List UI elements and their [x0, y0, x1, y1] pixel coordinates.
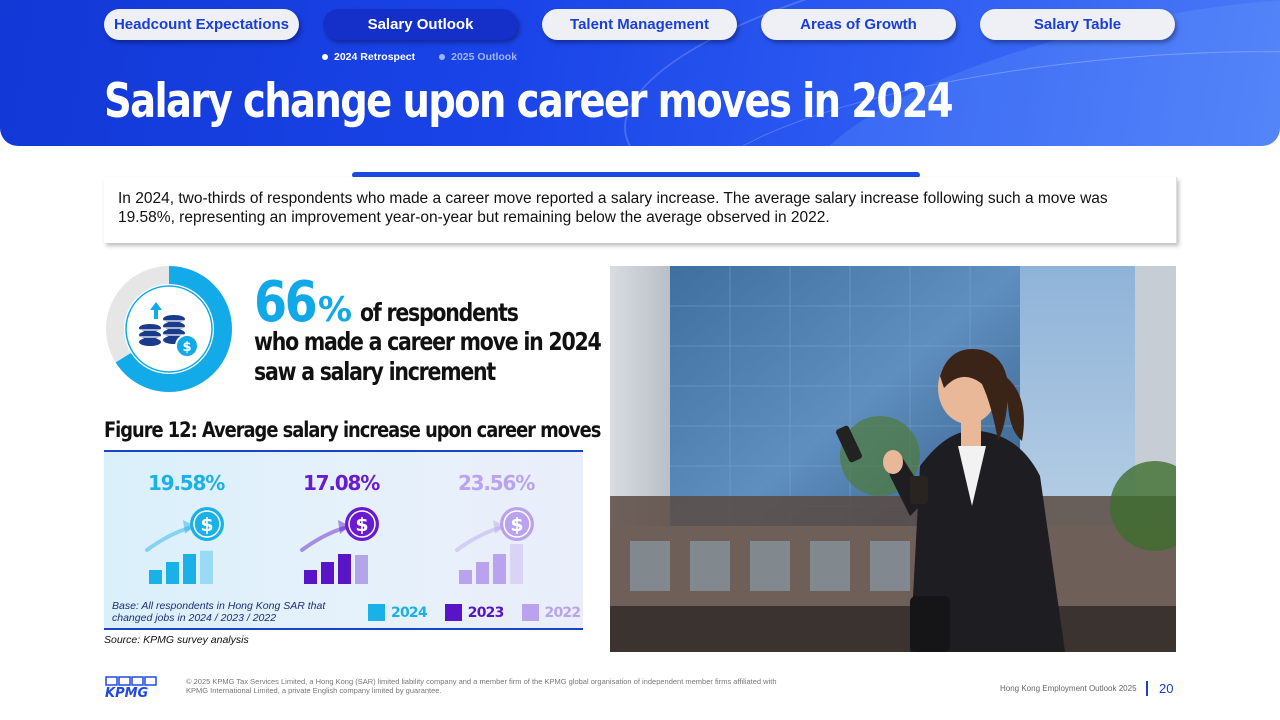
bar-step [304, 570, 317, 584]
figure-panel: 19.58% $17.08% $23.56% $ Base: All responde… [104, 450, 583, 630]
subtab-2025-outlook[interactable]: 2025 Outlook [439, 51, 517, 63]
tab-headcount-expectations[interactable]: Headcount Expectations [104, 9, 299, 40]
legend-label: 2022 [544, 604, 582, 621]
bar-2022 [510, 544, 523, 584]
page-number: 20 [1159, 681, 1174, 696]
main-nav: Headcount Expectations Salary Outlook Ta… [104, 9, 1175, 40]
legend-swatch [368, 604, 385, 621]
figure-title: Figure 12: Average salary increase upon … [104, 418, 601, 442]
bar-step [476, 562, 489, 584]
stat-text: who made a career move in 2024 [254, 327, 602, 356]
bar-step [459, 570, 472, 584]
subtab-label: 2025 Outlook [451, 51, 518, 63]
bullet-icon [322, 54, 328, 60]
bar-2024 [200, 550, 213, 584]
bar-step [166, 562, 179, 584]
bar-2023 [355, 555, 368, 584]
legend-swatch [444, 604, 462, 621]
tab-talent-management[interactable]: Talent Management [542, 9, 737, 40]
bullet-icon [439, 54, 446, 60]
summary-text: In 2024, two-thirds of respondents who m… [104, 177, 1177, 243]
tab-areas-of-growth[interactable]: Areas of Growth [761, 9, 956, 40]
tab-salary-outlook[interactable]: Salary Outlook [323, 9, 518, 40]
growth-arrow-icon [300, 526, 346, 552]
header-banner: Headcount Expectations Salary Outlook Ta… [0, 0, 1280, 146]
dollar-sign-icon: $ [510, 514, 523, 536]
logo-text: KPMG [105, 686, 149, 698]
svg-text:$: $ [182, 340, 191, 355]
legend-item-2024: 2024 [368, 604, 428, 621]
stat-text: of respondents [360, 298, 519, 327]
subtab-label: 2024 Retrospect [334, 51, 416, 63]
value-label-2024: 19.58% [148, 471, 225, 495]
footer-divider [1146, 681, 1148, 696]
legend-label: 2023 [467, 604, 505, 621]
legend-label: 2024 [391, 604, 428, 621]
legend-item-2023: 2023 [444, 604, 505, 621]
bar-step [183, 554, 196, 584]
stat-donut: $ [106, 266, 232, 392]
tab-salary-table[interactable]: Salary Table [980, 9, 1175, 40]
bar-step [338, 554, 351, 584]
subtab-2024-retrospect[interactable]: 2024 Retrospect [322, 51, 415, 63]
stat-value: 66 [254, 270, 318, 335]
report-name: Hong Kong Employment Outlook 2025 [1000, 684, 1137, 693]
growth-arrow-icon [145, 526, 191, 552]
dollar-sign-icon: $ [200, 514, 213, 536]
stat-headline: 66 % of respondents [254, 270, 552, 335]
source-note: Source: KPMG survey analysis [104, 634, 249, 646]
businesswoman-photo [610, 266, 1176, 652]
base-note: Base: All respondents in Hong Kong SAR t… [112, 600, 326, 624]
legend-swatch [521, 604, 539, 621]
bar-step [149, 570, 162, 584]
legend-item-2022: 2022 [521, 604, 582, 621]
chart-legend: 2024 2023 2022 [368, 604, 582, 621]
value-label-2023: 17.08% [303, 471, 380, 495]
bar-step [493, 554, 506, 584]
dollar-sign-icon: $ [355, 514, 368, 536]
page-title: Salary change upon career moves in 2024 [104, 74, 954, 129]
growth-arrow-icon [455, 526, 501, 552]
bar-step [321, 562, 334, 584]
stat-text: saw a salary increment [254, 357, 496, 386]
sub-nav: 2024 Retrospect 2025 Outlook [322, 51, 517, 63]
value-label-2022: 23.56% [458, 471, 535, 495]
legal-notice: © 2025 KPMG Tax Services Limited, a Hong… [186, 677, 777, 695]
stat-unit: % [317, 290, 353, 330]
kpmg-logo: KPMG [105, 676, 157, 698]
